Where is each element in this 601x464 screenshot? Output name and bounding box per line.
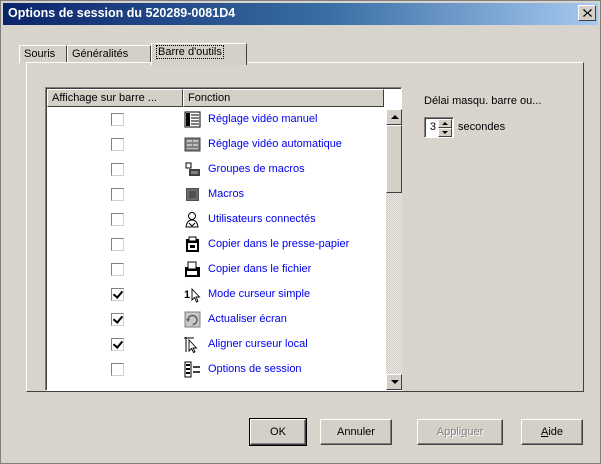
auto-video-adjust-icon xyxy=(184,137,201,152)
scroll-up-button[interactable] xyxy=(386,109,402,125)
title-bar[interactable]: Options de session du 520289-0081D4 xyxy=(3,3,598,25)
list-item[interactable]: Copier dans le fichier xyxy=(48,258,384,283)
function-label: Utilisateurs connectés xyxy=(208,213,316,225)
list-item[interactable]: Macros xyxy=(48,183,384,208)
list-item[interactable]: Groupes de macros xyxy=(48,158,384,183)
column-header-display[interactable]: Affichage sur barre ... xyxy=(47,89,183,107)
list-item[interactable]: Réglage vidéo manuel xyxy=(48,108,384,133)
spin-down-button[interactable] xyxy=(438,128,452,137)
delay-unit: secondes xyxy=(458,121,506,133)
help-button[interactable]: Aide xyxy=(521,419,583,445)
function-label: Options de session xyxy=(208,363,302,375)
tab-barre-outils[interactable]: Barre d'outils xyxy=(151,43,247,65)
copy-clipboard-icon xyxy=(186,236,199,252)
list-item[interactable]: 1 Mode curseur simple xyxy=(48,283,384,308)
function-label: Macros xyxy=(208,188,245,200)
tab-label: Généralités xyxy=(72,48,129,60)
function-label: Copier dans le fichier xyxy=(208,263,312,275)
session-options-icon xyxy=(184,361,200,378)
display-checkbox[interactable] xyxy=(111,313,124,326)
display-checkbox[interactable] xyxy=(111,288,124,301)
function-label: Actualiser écran xyxy=(208,313,287,325)
button-label: Appliquer xyxy=(436,426,484,438)
list-item[interactable]: Réglage vidéo automatique xyxy=(48,133,384,158)
vertical-scrollbar[interactable] xyxy=(386,109,402,390)
connected-users-icon xyxy=(185,212,199,228)
arrow-up-icon xyxy=(391,115,399,119)
column-header-label: Fonction xyxy=(188,92,231,104)
display-checkbox[interactable] xyxy=(111,338,124,351)
session-options-dialog: Options de session du 520289-0081D4 Sour… xyxy=(0,0,601,464)
scroll-thumb[interactable] xyxy=(386,125,402,193)
tab-generalites[interactable]: Généralités xyxy=(67,45,151,63)
list-item[interactable]: Options de session xyxy=(48,358,384,383)
apply-button[interactable]: Appliquer xyxy=(417,419,503,445)
button-label: Annuler xyxy=(337,426,375,438)
function-label: Groupes de macros xyxy=(208,163,305,175)
function-label: Aligner curseur local xyxy=(208,338,308,350)
tab-label: Souris xyxy=(24,48,56,60)
display-checkbox[interactable] xyxy=(111,138,124,151)
display-checkbox[interactable] xyxy=(111,113,124,126)
list-item[interactable]: Aligner curseur local xyxy=(48,333,384,358)
display-checkbox[interactable] xyxy=(111,163,124,176)
align-cursor-icon xyxy=(184,337,198,353)
button-label: Aide xyxy=(540,426,564,438)
function-label: Réglage vidéo manuel xyxy=(208,113,318,125)
arrow-down-icon xyxy=(391,380,399,384)
delay-label: Délai masqu. barre ou... xyxy=(424,95,542,107)
svg-text:1: 1 xyxy=(184,289,190,301)
arrow-up-icon xyxy=(442,122,448,125)
display-checkbox[interactable] xyxy=(111,263,124,276)
tab-label: Barre d'outils xyxy=(156,45,224,59)
list-item[interactable]: Utilisateurs connectés xyxy=(48,208,384,233)
delay-spinner[interactable]: 3 xyxy=(424,117,454,138)
arrow-down-icon xyxy=(442,131,448,134)
scroll-down-button[interactable] xyxy=(386,374,402,390)
list-item[interactable]: Copier dans le presse-papier xyxy=(48,233,384,258)
function-label: Mode curseur simple xyxy=(208,288,311,300)
function-label: Copier dans le presse-papier xyxy=(208,238,350,250)
macros-icon xyxy=(186,188,199,201)
manual-video-adjust-icon xyxy=(184,111,201,128)
single-cursor-icon: 1 xyxy=(184,287,201,303)
toolbar-functions-list[interactable]: Affichage sur barre ... Fonction Réglage… xyxy=(45,87,402,391)
column-header-function[interactable]: Fonction xyxy=(183,89,384,107)
ok-button[interactable]: OK xyxy=(249,418,307,446)
list-item[interactable]: Actualiser écran xyxy=(48,308,384,333)
refresh-screen-icon xyxy=(184,311,201,328)
button-label: OK xyxy=(270,426,286,438)
delay-value[interactable]: 3 xyxy=(430,121,436,133)
column-header-label: Affichage sur barre ... xyxy=(52,92,157,104)
copy-file-icon xyxy=(185,261,200,277)
close-button[interactable] xyxy=(578,5,596,21)
spin-up-button[interactable] xyxy=(438,119,452,128)
function-label: Réglage vidéo automatique xyxy=(208,138,342,150)
window-title: Options de session du 520289-0081D4 xyxy=(8,6,236,20)
display-checkbox[interactable] xyxy=(111,213,124,226)
tab-souris[interactable]: Souris xyxy=(19,45,67,63)
display-checkbox[interactable] xyxy=(111,238,124,251)
display-checkbox[interactable] xyxy=(111,188,124,201)
macro-groups-icon xyxy=(185,162,200,176)
close-icon xyxy=(582,9,592,17)
display-checkbox[interactable] xyxy=(111,363,124,376)
cancel-button[interactable]: Annuler xyxy=(320,419,392,445)
